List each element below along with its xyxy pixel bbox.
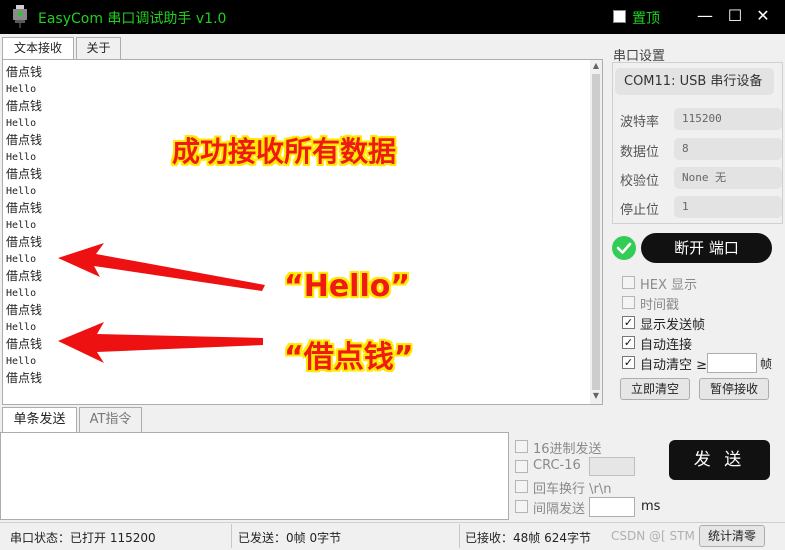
received-count-text: 已接收：48帧 624字节 [465, 531, 591, 545]
close-icon[interactable]: ✕ [752, 6, 774, 25]
interval-send-label: 间隔发送 [533, 502, 586, 517]
baud-rate-label: 波特率 [620, 115, 660, 130]
port-select[interactable]: COM11: USB 串行设备 [615, 68, 774, 95]
timestamp-checkbox[interactable] [622, 296, 635, 309]
pause-receive-button[interactable]: 暂停接收 [699, 378, 769, 400]
sent-count-text: 已发送：0帧 0字节 [238, 531, 342, 545]
receive-line: Hello [6, 220, 37, 231]
receive-line: 借点钱 [6, 99, 43, 113]
send-button[interactable]: 发 送 [669, 440, 770, 480]
port-status-text: 串口状态：已打开 115200 [10, 531, 156, 545]
scroll-up-icon[interactable]: ▲ [590, 61, 602, 73]
interval-unit-label: ms [641, 499, 661, 514]
data-bits-select[interactable]: 8 [674, 138, 782, 160]
auto-clear-checkbox[interactable]: ✓ [622, 356, 635, 369]
annotation-hello: “Hello” [284, 269, 411, 304]
timestamp-label: 时间戳 [640, 298, 680, 313]
reset-stats-button[interactable]: 统计清零 [699, 525, 765, 547]
app-usb-icon [13, 5, 27, 28]
receive-line: 借点钱 [6, 65, 43, 79]
minimize-icon[interactable]: — [694, 6, 716, 25]
hex-display-label: HEX 显示 [640, 278, 698, 293]
receive-line: Hello [6, 84, 37, 95]
scroll-down-icon[interactable]: ▼ [590, 391, 602, 403]
auto-connect-checkbox[interactable]: ✓ [622, 336, 635, 349]
crc16-value-field [589, 457, 635, 476]
send-text-area[interactable] [0, 432, 509, 520]
interval-ms-input[interactable] [589, 497, 635, 517]
receive-line: Hello [6, 254, 37, 265]
parity-select[interactable]: None 无 [674, 167, 782, 189]
csdn-watermark: CSDN @[ STM [611, 529, 695, 543]
crlf-label: 回车换行 \r\n [533, 482, 612, 497]
stop-bits-select[interactable]: 1 [674, 196, 782, 218]
crc16-label: CRC-16 [533, 458, 581, 473]
receive-line: 借点钱 [6, 201, 43, 215]
receive-line: Hello [6, 288, 37, 299]
show-sent-frames-label: 显示发送帧 [640, 318, 706, 333]
receive-line: 借点钱 [6, 371, 43, 385]
frames-unit-label: 帧 [760, 357, 773, 371]
status-divider [231, 524, 232, 548]
connected-check-icon [612, 236, 636, 260]
hex-send-label: 16进制发送 [533, 442, 602, 457]
receive-line: 借点钱 [6, 235, 43, 249]
hex-display-checkbox[interactable] [622, 276, 635, 289]
receive-line: 借点钱 [6, 269, 43, 283]
receive-line: 借点钱 [6, 303, 43, 317]
receive-line: Hello [6, 356, 37, 367]
parity-label: 校验位 [620, 174, 660, 189]
receive-scroll-thumb[interactable] [592, 74, 600, 390]
receive-line: 借点钱 [6, 167, 43, 181]
interval-send-checkbox[interactable] [515, 500, 528, 513]
clear-now-button[interactable]: 立即清空 [620, 378, 690, 400]
auto-connect-label: 自动连接 [640, 338, 693, 353]
status-divider [459, 524, 460, 548]
tab-about[interactable]: 关于 [76, 37, 121, 59]
pin-on-top-checkbox[interactable] [613, 10, 626, 23]
receive-line: Hello [6, 118, 37, 129]
auto-clear-frames-input[interactable] [707, 353, 757, 373]
tab-at-command[interactable]: AT指令 [79, 407, 142, 432]
receive-line: Hello [6, 152, 37, 163]
receive-line: 借点钱 [6, 337, 43, 351]
show-sent-frames-checkbox[interactable]: ✓ [622, 316, 635, 329]
annotation-title: 成功接收所有数据 [172, 135, 397, 168]
auto-clear-label: 自动清空 ≥ [640, 358, 708, 373]
receive-line: Hello [6, 322, 37, 333]
stop-bits-label: 停止位 [620, 203, 660, 218]
crlf-checkbox[interactable] [515, 480, 528, 493]
annotation-arrows [58, 243, 265, 363]
crc16-checkbox[interactable] [515, 460, 528, 473]
data-bits-label: 数据位 [620, 145, 660, 160]
receive-line: Hello [6, 186, 37, 197]
tab-text-receive[interactable]: 文本接收 [2, 37, 74, 59]
close-port-button[interactable]: 断开 端口 [641, 233, 772, 263]
tab-single-send[interactable]: 单条发送 [2, 407, 77, 432]
maximize-icon[interactable]: ☐ [724, 6, 746, 25]
annotation-money: “借点钱” [284, 340, 414, 375]
receive-line: 借点钱 [6, 133, 43, 147]
baud-rate-select[interactable]: 115200 [674, 108, 782, 130]
window-title: EasyCom 串口调试助手 v1.0 [38, 11, 227, 27]
hex-send-checkbox[interactable] [515, 440, 528, 453]
receive-lines: 借点钱 Hello 借点钱 Hello 借点钱 Hello 借点钱 Hello … [6, 64, 42, 387]
pin-on-top-label[interactable]: 置顶 [632, 8, 660, 28]
